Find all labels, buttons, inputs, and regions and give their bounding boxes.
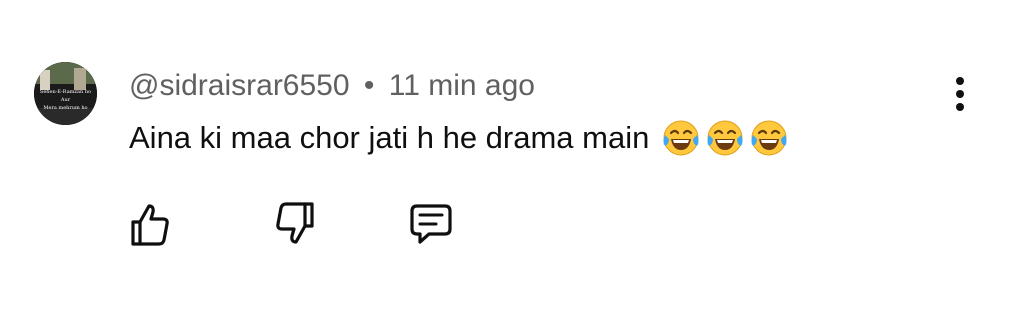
face-with-tears-of-joy-icon	[751, 120, 787, 156]
comment-text: Aina ki maa chor jati h he drama main	[129, 120, 650, 155]
avatar-line-3: Mera mehrum ho	[43, 105, 87, 111]
comment-timestamp[interactable]: 11 min ago	[389, 69, 535, 102]
emoji-row	[661, 118, 789, 158]
author-handle[interactable]: @sidraisrar6550	[129, 69, 350, 102]
meta-separator: •	[363, 69, 375, 102]
avatar[interactable]: Sehen-E-Ramzan ho Aur Mera mehrum ho	[34, 62, 97, 125]
thumbs-up-icon	[131, 204, 169, 246]
reply-comment-icon	[410, 204, 452, 244]
more-options-button[interactable]	[944, 72, 976, 116]
reply-button[interactable]	[405, 198, 457, 250]
face-with-tears-of-joy-icon	[707, 120, 743, 156]
dislike-button[interactable]	[270, 198, 322, 250]
avatar-line-2: Aur	[60, 97, 71, 103]
avatar-line-1: Sehen-E-Ramzan ho	[40, 89, 91, 95]
face-with-tears-of-joy-icon	[663, 120, 699, 156]
comment-meta: @sidraisrar6550 • 11 min ago	[129, 66, 535, 106]
thumbs-down-icon	[276, 202, 314, 244]
comment-item: Sehen-E-Ramzan ho Aur Mera mehrum ho @si…	[0, 0, 1024, 313]
comment-body: Aina ki maa chor jati h he drama main	[129, 117, 789, 159]
avatar-image: Sehen-E-Ramzan ho Aur Mera mehrum ho	[34, 62, 97, 125]
like-button[interactable]	[123, 198, 175, 250]
more-vertical-icon	[956, 77, 964, 111]
